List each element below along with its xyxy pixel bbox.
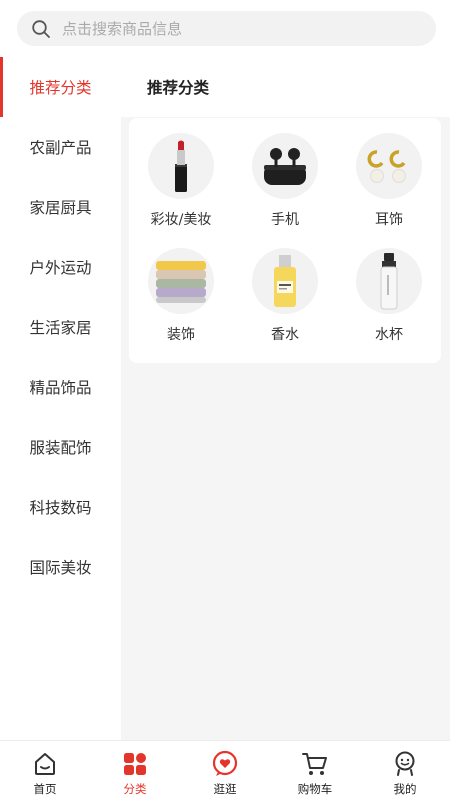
cart-icon	[301, 750, 329, 778]
tab-cart[interactable]: 购物车	[270, 741, 360, 800]
lipstick-icon	[148, 133, 214, 199]
tab-home[interactable]: 首页	[0, 741, 90, 800]
sidebar-item-kitchenware[interactable]: 家居厨具	[0, 177, 121, 237]
category-grid-icon	[121, 750, 149, 778]
heart-chat-icon	[211, 750, 239, 778]
earbuds-icon	[252, 133, 318, 199]
search-bar-container: 点击搜索商品信息	[0, 0, 450, 57]
tab-label: 逛逛	[213, 782, 237, 796]
tab-mine[interactable]: 我的	[360, 741, 450, 800]
sidebar-item-intl-cosmetics[interactable]: 国际美妆	[0, 537, 121, 597]
tab-label: 分类	[123, 782, 147, 796]
category-item-earrings[interactable]: 耳饰	[337, 133, 441, 243]
perfume-bottle-icon	[252, 248, 318, 314]
sidebar-item-label: 家居厨具	[29, 199, 92, 217]
category-item-phone[interactable]: 手机	[233, 133, 337, 243]
sidebar-item-apparel[interactable]: 服装配饰	[0, 417, 121, 477]
sidebar-item-label: 科技数码	[29, 499, 92, 517]
water-bottle-icon	[356, 248, 422, 314]
category-label: 手机	[271, 212, 299, 228]
category-label: 耳饰	[375, 212, 403, 228]
sidebar-item-label: 推荐分类	[29, 79, 92, 97]
category-content: 推荐分类 彩妆/美妆 手机 耳饰 装饰 香水 水杯	[121, 57, 450, 740]
sidebar-item-outdoor-sports[interactable]: 户外运动	[0, 237, 121, 297]
sidebar-item-accessories[interactable]: 精品饰品	[0, 357, 121, 417]
category-item-perfume[interactable]: 香水	[233, 248, 337, 358]
search-icon	[30, 18, 52, 40]
category-item-water-cup[interactable]: 水杯	[337, 248, 441, 358]
profile-icon	[391, 750, 419, 778]
home-icon	[31, 750, 59, 778]
category-sidebar: 推荐分类 农副产品 家居厨具 户外运动 生活家居 精品饰品 服装配饰 科技数码 …	[0, 57, 121, 740]
earrings-icon	[356, 133, 422, 199]
sidebar-item-label: 户外运动	[29, 259, 92, 277]
category-label: 装饰	[167, 327, 195, 343]
sidebar-item-farm-products[interactable]: 农副产品	[0, 117, 121, 177]
towel-stack-icon	[148, 248, 214, 314]
sidebar-item-home-living[interactable]: 生活家居	[0, 297, 121, 357]
sidebar-item-recommended[interactable]: 推荐分类	[0, 57, 121, 117]
category-item-makeup[interactable]: 彩妆/美妆	[129, 133, 233, 243]
category-item-decoration[interactable]: 装饰	[129, 248, 233, 358]
sidebar-item-label: 服装配饰	[29, 439, 92, 457]
category-label: 彩妆/美妆	[150, 212, 212, 228]
sidebar-item-label: 精品饰品	[29, 379, 92, 397]
section-header: 推荐分类	[121, 57, 450, 117]
category-card: 彩妆/美妆 手机 耳饰 装饰 香水 水杯	[129, 118, 441, 363]
tab-label: 我的	[393, 782, 417, 796]
tab-label: 购物车	[297, 782, 333, 796]
section-title: 推荐分类	[147, 79, 210, 97]
search-placeholder: 点击搜索商品信息	[62, 20, 183, 38]
tab-label: 首页	[33, 782, 57, 796]
category-label: 香水	[271, 327, 299, 343]
bottom-tab-bar: 首页 分类 逛逛 购物车 我的	[0, 740, 450, 800]
sidebar-item-label: 农副产品	[29, 139, 92, 157]
search-input[interactable]: 点击搜索商品信息	[17, 11, 436, 46]
tab-category[interactable]: 分类	[90, 741, 180, 800]
sidebar-item-digital-tech[interactable]: 科技数码	[0, 477, 121, 537]
sidebar-item-label: 生活家居	[29, 319, 92, 337]
category-label: 水杯	[375, 327, 403, 343]
tab-browse[interactable]: 逛逛	[180, 741, 270, 800]
sidebar-item-label: 国际美妆	[29, 559, 92, 577]
